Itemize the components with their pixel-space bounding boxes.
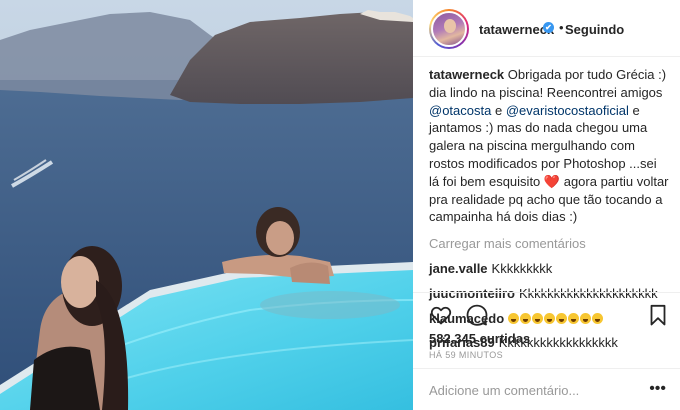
post-details-panel: tatawerneck ✔ • Seguindo tatawerneck Obr…	[413, 0, 680, 410]
heart-emoji-icon: ❤️	[543, 173, 561, 189]
more-options-icon[interactable]: •••	[649, 380, 666, 398]
like-heart-icon[interactable]	[429, 303, 453, 327]
comment-bubble-icon[interactable]	[465, 303, 489, 327]
add-comment-input[interactable]	[429, 381, 639, 399]
load-more-comments-link[interactable]: Carregar mais comentários	[429, 235, 669, 253]
avatar[interactable]	[429, 9, 469, 49]
bookmark-icon[interactable]	[646, 303, 670, 327]
post-actions-bar	[413, 292, 680, 336]
following-button[interactable]: Seguindo	[565, 22, 624, 37]
profile-avatar-icon	[431, 11, 467, 47]
caption-text-2: e	[494, 102, 503, 118]
post-timestamp[interactable]: HÁ 59 MINUTOS	[429, 350, 503, 360]
mention-otacosta[interactable]: @otacosta	[429, 103, 491, 118]
comment-text: Kkkkkkkkk	[491, 260, 553, 276]
add-comment-bar: •••	[413, 368, 680, 410]
caption-username[interactable]: tatawerneck	[429, 67, 504, 82]
post-caption: tatawerneck Obrigada por tudo Grécia :) …	[429, 66, 669, 226]
comment-item: jane.valle Kkkkkkkkk	[429, 260, 669, 278]
separator-dot: •	[559, 20, 564, 35]
post-photo[interactable]	[0, 0, 413, 410]
mention-evaristocostaoficial[interactable]: @evaristocostaoficial	[506, 103, 629, 118]
comment-username[interactable]: jane.valle	[429, 261, 488, 276]
post-header: tatawerneck ✔ • Seguindo	[413, 0, 680, 57]
likes-count[interactable]: 582.345 curtidas	[429, 331, 530, 346]
verified-badge-icon: ✔	[543, 22, 554, 33]
santorini-pool-photo	[0, 0, 413, 410]
